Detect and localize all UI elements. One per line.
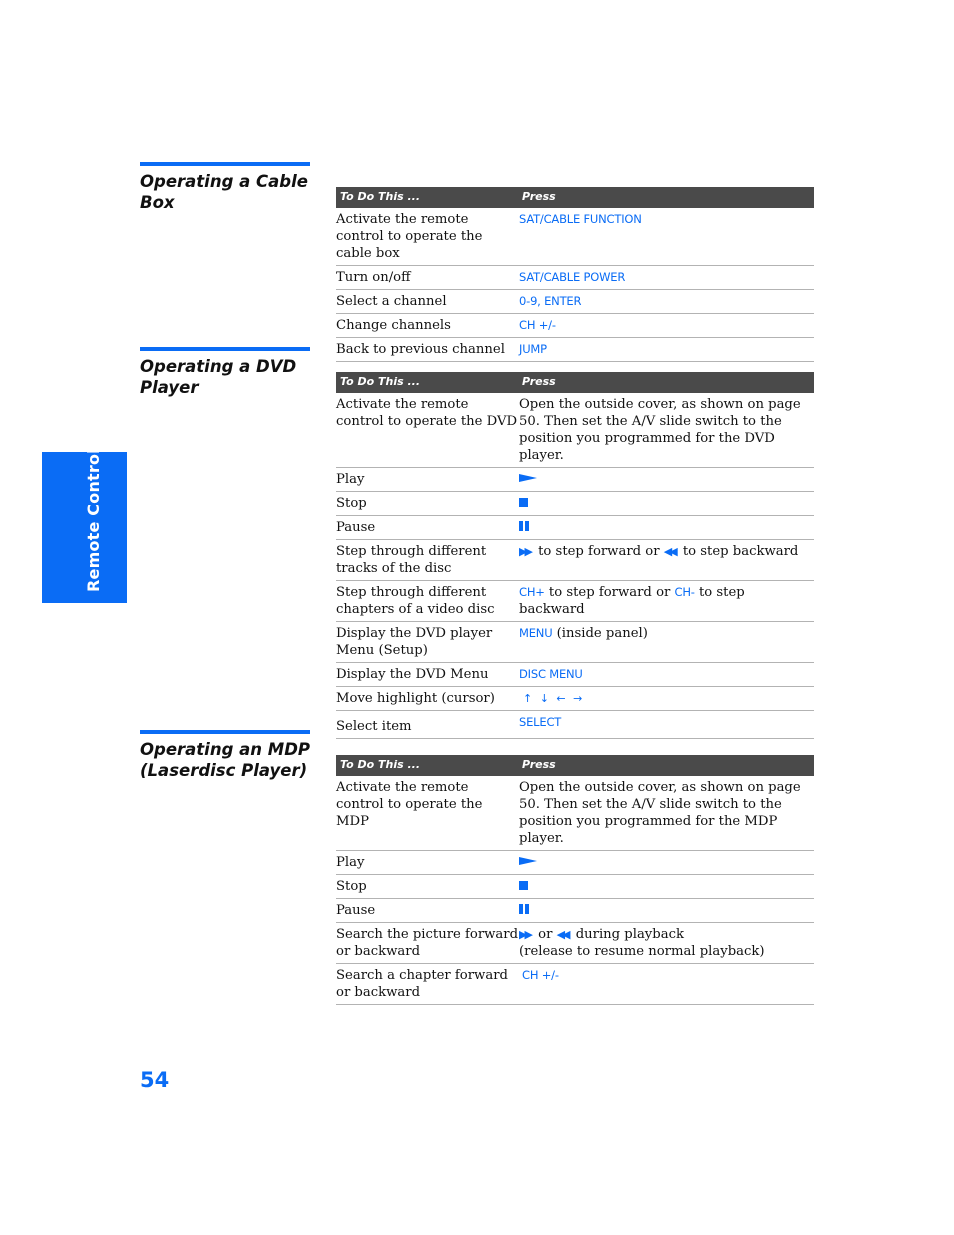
- action-cell: Search a chapter forward or backward: [336, 963, 519, 1005]
- action-cell: Step through different tracks of the dis…: [336, 539, 519, 581]
- key-label: CH-: [674, 585, 695, 599]
- header-col-press: Press: [519, 755, 814, 776]
- key-label: DISC MENU: [519, 667, 583, 681]
- action-cell: Change channels: [336, 313, 519, 338]
- action-cell: Select item: [336, 710, 519, 739]
- table-row: Play: [336, 850, 814, 875]
- action-cell: Step through different chapters of a vid…: [336, 580, 519, 622]
- key-label: CH +/-: [519, 318, 556, 332]
- action-cell: Move highlight (cursor): [336, 686, 519, 711]
- key-label: 0-9, ENTER: [519, 294, 582, 308]
- key-label: SAT/CABLE POWER: [519, 270, 626, 284]
- table-row: Move highlight (cursor) ↑ ↓ ← →: [336, 686, 814, 711]
- table-row: Select a channel 0-9, ENTER: [336, 289, 814, 314]
- action-cell: Activate the remote control to operate t…: [336, 208, 519, 266]
- action-cell: Display the DVD player Menu (Setup): [336, 621, 519, 663]
- key-label: SAT/CABLE FUNCTION: [519, 212, 642, 226]
- action-cell: Pause: [336, 898, 519, 923]
- chapter-side-tab: Remote Control: [42, 448, 127, 603]
- pause-icon: [519, 904, 529, 914]
- table-row: Display the DVD player Menu (Setup) MENU …: [336, 621, 814, 663]
- arrow-keys-icon: ↑ ↓ ← →: [523, 692, 585, 705]
- section-title-cable-box: Operating a Cable Box: [140, 162, 310, 213]
- header-col-action: To Do This ...: [336, 372, 519, 393]
- action-cell: Back to previous channel: [336, 337, 519, 362]
- action-cell: Stop: [336, 491, 519, 516]
- stop-icon: [519, 880, 528, 890]
- fast-forward-icon: ▶▶: [519, 928, 533, 941]
- table-header: To Do This ... Press: [336, 187, 814, 208]
- press-cell: Open the outside cover, as shown on page…: [519, 393, 814, 468]
- table-row: Pause: [336, 515, 814, 540]
- table-row: Select item SELECT: [336, 710, 814, 739]
- action-cell: Activate the remote control to operate t…: [336, 776, 519, 851]
- table-header: To Do This ... Press: [336, 755, 814, 776]
- key-label: SELECT: [519, 715, 562, 729]
- table-row: Activate the remote control to operate t…: [336, 393, 814, 468]
- key-label: JUMP: [519, 342, 547, 356]
- chapter-side-tab-label: Remote Control: [84, 448, 103, 592]
- rewind-icon: ◀◀: [663, 545, 678, 558]
- dvd-table: To Do This ... Press Activate the remote…: [336, 372, 814, 739]
- press-text: during playback: [575, 927, 684, 942]
- play-icon: [519, 857, 537, 865]
- key-label: CH+: [519, 585, 545, 599]
- action-cell: Select a channel: [336, 289, 519, 314]
- table-row: Display the DVD Menu DISC MENU: [336, 662, 814, 687]
- header-col-action: To Do This ...: [336, 755, 519, 776]
- press-text: (inside panel): [556, 626, 648, 641]
- table-row: Activate the remote control to operate t…: [336, 776, 814, 851]
- rewind-icon: ◀◀: [556, 928, 571, 941]
- action-cell: Search the picture forward or backward: [336, 922, 519, 964]
- action-cell: Play: [336, 850, 519, 875]
- press-text: or: [538, 927, 553, 942]
- press-text: to step forward or: [548, 585, 671, 600]
- action-cell: Activate the remote control to operate t…: [336, 393, 519, 468]
- table-header: To Do This ... Press: [336, 372, 814, 393]
- table-row: Search a chapter forward or backward CH +…: [336, 963, 814, 1005]
- key-label: CH +/-: [522, 968, 559, 982]
- table-row: Search the picture forward or backward ▶▶…: [336, 922, 814, 964]
- table-row: Stop: [336, 491, 814, 516]
- cable-box-table: To Do This ... Press Activate the remote…: [336, 187, 814, 362]
- header-col-action: To Do This ...: [336, 187, 519, 208]
- action-cell: Pause: [336, 515, 519, 540]
- table-row: Turn on/off SAT/CABLE POWER: [336, 265, 814, 290]
- pause-icon: [519, 521, 529, 531]
- press-cell: Open the outside cover, as shown on page…: [519, 776, 814, 851]
- header-col-press: Press: [519, 187, 814, 208]
- mdp-table: To Do This ... Press Activate the remote…: [336, 755, 814, 1005]
- play-icon: [519, 474, 537, 482]
- table-row: Step through different tracks of the dis…: [336, 539, 814, 581]
- header-col-press: Press: [519, 372, 814, 393]
- fast-forward-icon: ▶▶: [519, 545, 533, 558]
- press-note: (release to resume normal playback): [519, 944, 765, 959]
- table-row: Play: [336, 467, 814, 492]
- key-label: MENU: [519, 626, 553, 640]
- action-cell: Display the DVD Menu: [336, 662, 519, 687]
- table-row: Back to previous channel JUMP: [336, 337, 814, 362]
- press-text: to step forward or: [538, 544, 660, 559]
- page-number: 54: [140, 1068, 170, 1092]
- table-row: Stop: [336, 874, 814, 899]
- table-row: Step through different chapters of a vid…: [336, 580, 814, 622]
- table-row: Activate the remote control to operate t…: [336, 208, 814, 266]
- action-cell: Stop: [336, 874, 519, 899]
- section-title-dvd: Operating a DVD Player: [140, 347, 310, 398]
- press-text: to step backward: [682, 544, 799, 559]
- action-cell: Play: [336, 467, 519, 492]
- table-row: Pause: [336, 898, 814, 923]
- table-row: Change channels CH +/-: [336, 313, 814, 338]
- section-title-mdp: Operating an MDP (Laserdisc Player): [140, 730, 310, 781]
- action-cell: Turn on/off: [336, 265, 519, 290]
- stop-icon: [519, 497, 528, 507]
